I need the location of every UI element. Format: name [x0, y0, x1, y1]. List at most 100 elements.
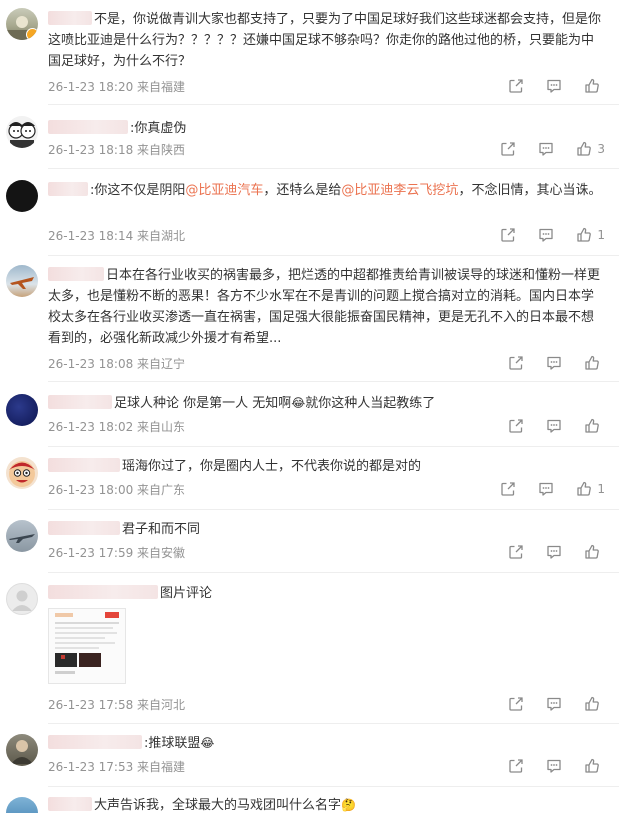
share-button[interactable]	[508, 696, 524, 712]
comment-icon	[546, 355, 562, 371]
comment-text: ，不念旧情，其心当诛。	[458, 183, 602, 198]
divider	[48, 168, 619, 169]
comment-button[interactable]	[546, 758, 562, 774]
share-button[interactable]	[508, 78, 524, 94]
aircraft-avatar-icon	[10, 277, 34, 289]
comment-button[interactable]	[538, 481, 554, 497]
comment-icon	[538, 481, 554, 497]
avatar[interactable]	[6, 8, 38, 40]
divider	[48, 381, 619, 382]
divider	[48, 255, 619, 256]
comment-text: 日本在各行业收买的祸害最多，把烂透的中超都推责给青训被误导的球迷和懂粉一样更太多…	[48, 268, 601, 346]
username-blurred[interactable]	[48, 395, 112, 409]
avatar[interactable]	[6, 180, 38, 212]
share-button[interactable]	[500, 481, 516, 497]
like-count: 1	[597, 228, 605, 242]
share-button[interactable]	[500, 141, 516, 157]
like-button[interactable]	[584, 544, 605, 560]
comment-item: 瑶海你过了，你是圈内人士，不代表你说的都是对的 26-1-23 18:00 来自…	[0, 457, 619, 510]
comment-meta: 26-1-23 17:58 来自河北	[48, 698, 186, 712]
avatar[interactable]	[6, 734, 38, 766]
share-icon	[508, 78, 524, 94]
comment-meta: 26-1-23 18:08 来自辽宁	[48, 357, 186, 371]
comment-image-thumbnail[interactable]	[48, 608, 126, 684]
comment-meta: 26-1-23 18:20 来自福建	[48, 80, 186, 94]
username-blurred[interactable]	[48, 267, 104, 281]
avatar[interactable]	[6, 116, 38, 148]
comment-item: :你这不仅是阴阳@比亚迪汽车，还特么是给@比亚迪李云飞挖坑，不念旧情，其心当诛。…	[0, 180, 619, 256]
comment-icon	[546, 758, 562, 774]
like-icon	[584, 355, 600, 371]
comment-icon	[538, 227, 554, 243]
share-button[interactable]	[508, 758, 524, 774]
comment-icon	[546, 418, 562, 434]
like-button[interactable]	[584, 758, 605, 774]
mention-link[interactable]: @比亚迪汽车	[185, 183, 263, 198]
like-button[interactable]	[584, 78, 605, 94]
comment-button[interactable]	[546, 418, 562, 434]
share-icon	[500, 481, 516, 497]
share-button[interactable]	[508, 418, 524, 434]
share-button[interactable]	[508, 544, 524, 560]
like-button[interactable]	[584, 418, 605, 434]
like-icon	[576, 227, 592, 243]
username-blurred[interactable]	[48, 120, 128, 134]
like-button[interactable]	[584, 696, 605, 712]
share-icon	[500, 141, 516, 157]
username-blurred[interactable]	[48, 797, 92, 811]
comment-item: 不是，你说做青训大家也都支持了，只要为了中国足球好我们这些球迷都会支持，但是你这…	[0, 8, 619, 105]
person-avatar-icon	[11, 740, 33, 764]
comment-text: ，还特么是给	[263, 183, 342, 198]
share-button[interactable]	[508, 355, 524, 371]
comment-text: 足球人种论 你是第一人 无知啊	[114, 396, 292, 411]
like-count: 1	[597, 482, 605, 496]
comment-text: 大声告诉我，全球最大的马戏团叫什么名字	[94, 798, 342, 813]
like-icon	[584, 78, 600, 94]
verified-badge-icon	[26, 28, 38, 40]
share-button[interactable]	[500, 227, 516, 243]
username-blurred[interactable]	[48, 735, 142, 749]
comment-button[interactable]	[538, 227, 554, 243]
cartoon-face-avatar-icon	[9, 461, 35, 487]
comment-text: 就你这种人当起教练了	[305, 396, 436, 411]
comment-item: :推球联盟😂 26-1-23 17:53 来自福建	[0, 734, 619, 787]
username-blurred[interactable]	[48, 11, 92, 25]
laughing-emoji-icon: 😂	[291, 396, 306, 410]
username-blurred[interactable]	[48, 521, 120, 535]
avatar[interactable]	[6, 797, 38, 813]
avatar[interactable]	[6, 265, 38, 297]
comment-button[interactable]	[546, 544, 562, 560]
comment-text: :你真虚伪	[130, 121, 187, 136]
cartoon-faces-avatar-icon	[8, 122, 36, 148]
comment-button[interactable]	[546, 696, 562, 712]
share-icon	[508, 355, 524, 371]
like-count: 3	[597, 142, 605, 156]
divider	[48, 786, 619, 787]
comment-icon	[538, 141, 554, 157]
comment-button[interactable]	[546, 355, 562, 371]
divider	[48, 509, 619, 510]
divider	[48, 104, 619, 105]
plane-avatar-icon	[9, 534, 35, 543]
comment-text: 不是，你说做青训大家也都支持了，只要为了中国足球好我们这些球迷都会支持，但是你这…	[48, 12, 602, 69]
like-button[interactable]	[584, 355, 605, 371]
comment-icon	[546, 544, 562, 560]
username-blurred[interactable]	[48, 182, 88, 196]
divider	[48, 572, 619, 573]
username-blurred[interactable]	[48, 458, 120, 472]
avatar[interactable]	[6, 457, 38, 489]
comment-button[interactable]	[546, 78, 562, 94]
like-button[interactable]: 1	[576, 227, 605, 243]
comment-button[interactable]	[538, 141, 554, 157]
avatar[interactable]	[6, 520, 38, 552]
like-button[interactable]: 1	[576, 481, 605, 497]
avatar[interactable]	[6, 583, 38, 615]
like-icon	[584, 758, 600, 774]
divider	[48, 446, 619, 447]
mention-link[interactable]: @比亚迪李云飞挖坑	[341, 183, 458, 198]
like-button[interactable]: 3	[576, 141, 605, 157]
default-avatar-icon	[12, 590, 32, 611]
username-blurred[interactable]	[48, 585, 158, 599]
comment-item: 君子和而不同 26-1-23 17:59 来自安徽	[0, 520, 619, 573]
avatar[interactable]	[6, 394, 38, 426]
